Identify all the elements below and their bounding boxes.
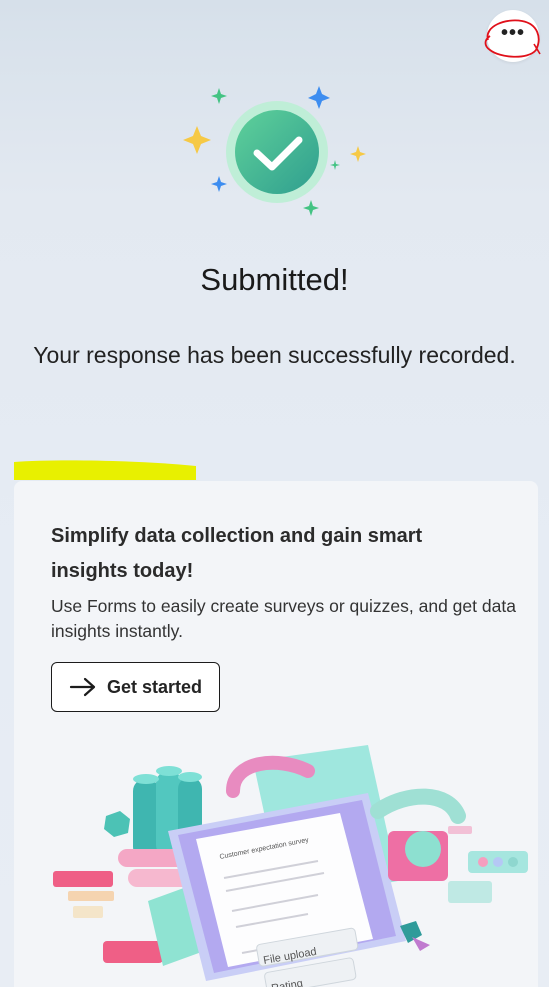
checkmark-circle-icon	[183, 86, 366, 216]
success-message: Your response has been successfully reco…	[33, 342, 516, 368]
forms-illustration: Customer expectation survey File upload …	[53, 745, 528, 987]
submitted-title: Submitted!	[200, 262, 349, 297]
forms-promo-card: Simplify data collection and gain smart …	[14, 481, 538, 987]
get-started-button[interactable]: Get started	[51, 662, 220, 712]
promo-title: Simplify data collection and gain smart …	[51, 525, 423, 582]
arrow-right-icon	[69, 677, 96, 697]
yellow-highlight-annotation	[14, 460, 196, 480]
get-started-label: Get started	[107, 676, 203, 697]
promo-description: Use Forms to easily create surveys or qu…	[51, 596, 516, 641]
more-options-button[interactable]: •••	[487, 10, 539, 62]
more-horizontal-icon: •••	[500, 22, 525, 44]
